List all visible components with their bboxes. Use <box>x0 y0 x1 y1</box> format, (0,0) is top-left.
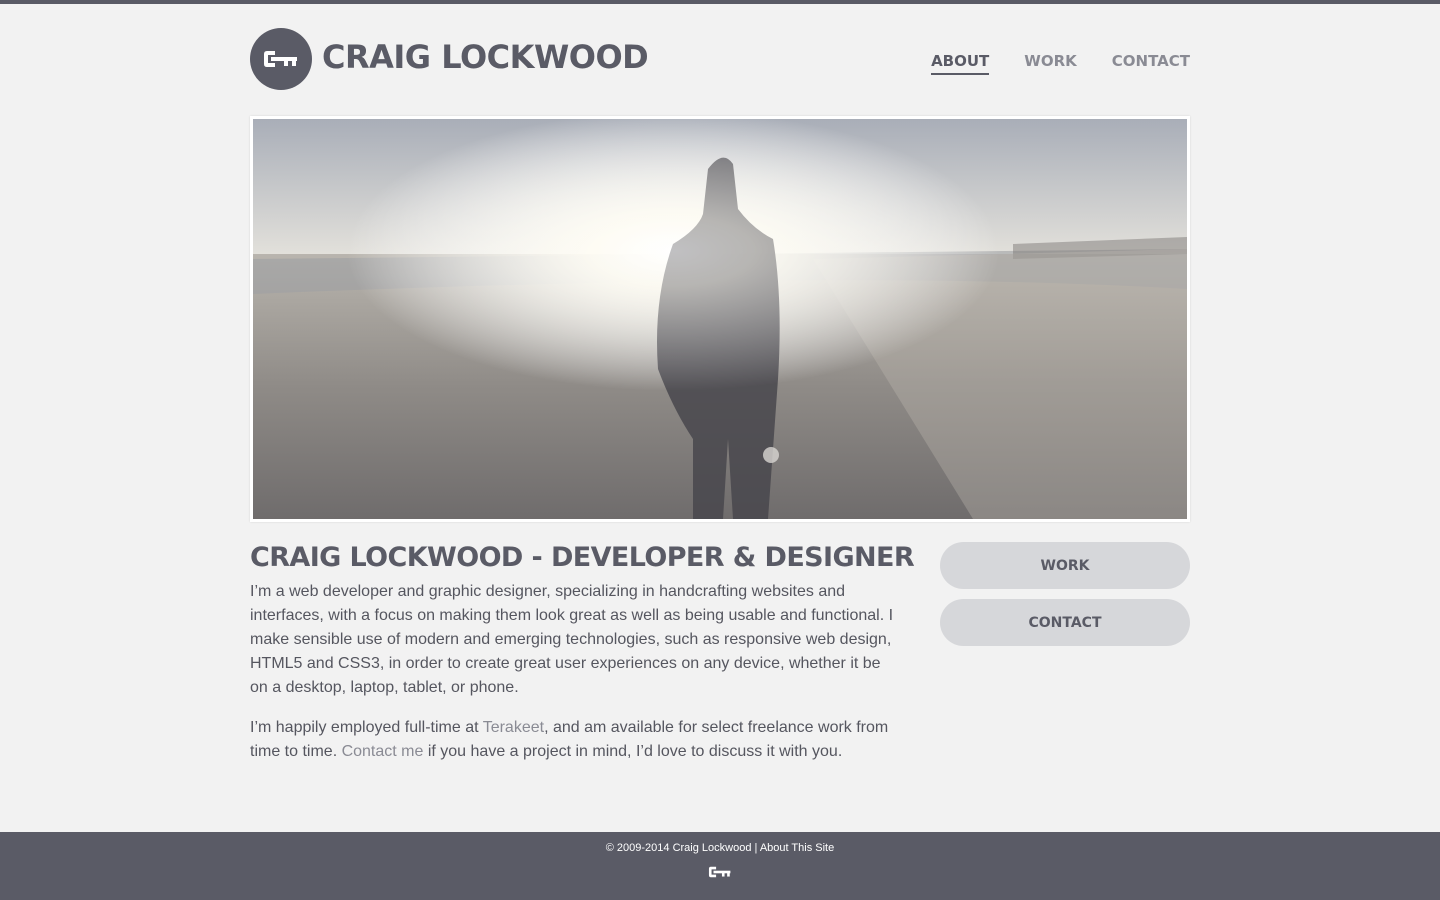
nav-about[interactable]: ABOUT <box>931 52 990 75</box>
terakeet-link[interactable]: Terakeet <box>483 719 544 736</box>
hero-image-frame <box>250 116 1190 522</box>
employment-text-start: I’m happily employed full-time at <box>250 719 483 736</box>
nav-work[interactable]: WORK <box>1024 52 1076 75</box>
sidebar: WORK CONTACT <box>940 542 1190 646</box>
hero-photo <box>253 119 1187 519</box>
about-content: CRAIG LOCKWOOD - DEVELOPER & DESIGNER I’… <box>250 540 915 764</box>
key-icon <box>708 866 731 878</box>
footer-text: © 2009-2014 Craig Lockwood | About This … <box>0 842 1440 854</box>
intro-paragraph: I’m a web developer and graphic designer… <box>250 583 894 696</box>
contact-me-link[interactable]: Contact me <box>342 743 424 760</box>
logo-badge[interactable] <box>250 28 312 90</box>
key-icon <box>264 51 297 67</box>
work-button[interactable]: WORK <box>940 542 1190 589</box>
page-heading: CRAIG LOCKWOOD - DEVELOPER & DESIGNER <box>250 542 915 573</box>
site-title[interactable]: CRAIG LOCKWOOD <box>322 38 649 76</box>
employment-paragraph: I’m happily employed full-time at Terake… <box>250 716 900 764</box>
contact-button[interactable]: CONTACT <box>940 599 1190 646</box>
footer-separator: | <box>751 842 760 854</box>
about-site-link[interactable]: About This Site <box>760 842 834 854</box>
employment-text-end: if you have a project in mind, I’d love … <box>423 743 843 760</box>
main-nav: ABOUT WORK CONTACT <box>931 52 1190 75</box>
top-strip <box>0 0 1440 4</box>
nav-contact[interactable]: CONTACT <box>1112 52 1190 75</box>
site-header: CRAIG LOCKWOOD ABOUT WORK CONTACT <box>250 28 1190 92</box>
copyright-text: © 2009-2014 Craig Lockwood <box>605 842 752 854</box>
site-footer: © 2009-2014 Craig Lockwood | About This … <box>0 832 1440 900</box>
